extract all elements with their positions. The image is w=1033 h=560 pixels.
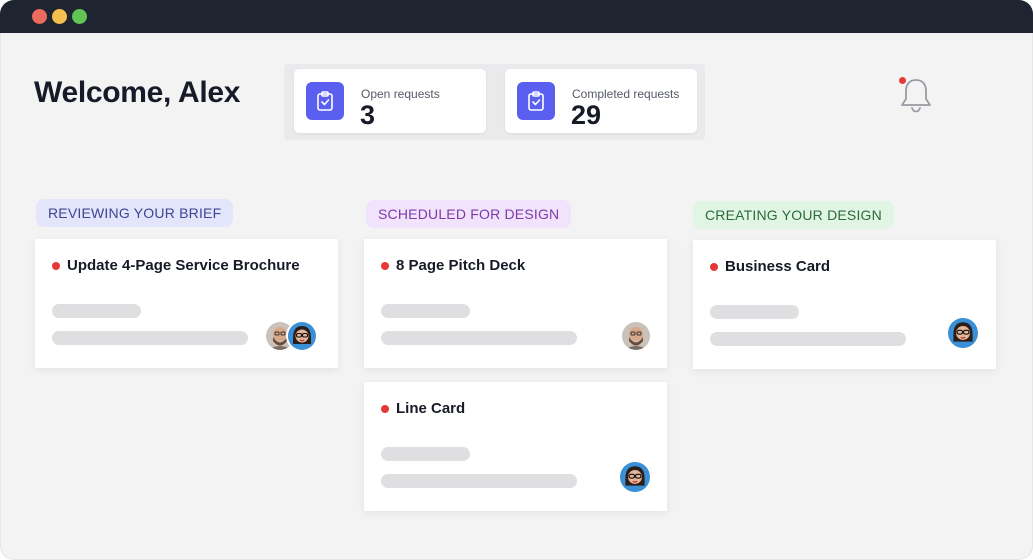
woman-glasses-avatar[interactable]: [948, 318, 978, 348]
status-pill-creating: CREATING YOUR DESIGN: [693, 201, 894, 229]
placeholder-bar: [381, 331, 577, 345]
close-window-button[interactable]: [32, 9, 47, 24]
woman-glasses-avatar[interactable]: [620, 462, 650, 492]
priority-dot: [710, 263, 718, 271]
bearded-man-avatar[interactable]: [622, 322, 650, 350]
placeholder-bar: [710, 332, 906, 346]
app-window: Welcome, Alex Open requests 3 Completed …: [0, 0, 1033, 560]
completed-requests-card[interactable]: Completed requests 29: [505, 69, 697, 133]
placeholder-bar: [381, 304, 470, 318]
priority-dot: [52, 262, 60, 270]
card-title: Business Card: [725, 258, 831, 275]
stats-panel: Open requests 3 Completed requests 29: [284, 64, 705, 140]
request-card[interactable]: Update 4-Page Service Brochure: [35, 239, 338, 368]
status-pill-reviewing: REVIEWING YOUR BRIEF: [36, 199, 234, 227]
notification-badge: [899, 77, 906, 84]
placeholder-bar: [381, 474, 577, 488]
woman-glasses-avatar[interactable]: [288, 322, 316, 350]
title-bar: [0, 0, 1033, 33]
open-requests-card[interactable]: Open requests 3: [294, 69, 486, 133]
status-pill-scheduled: SCHEDULED FOR DESIGN: [366, 200, 572, 228]
card-title: Update 4-Page Service Brochure: [67, 257, 300, 274]
placeholder-bar: [710, 305, 799, 319]
open-requests-count: 3: [360, 100, 376, 130]
zoom-window-button[interactable]: [72, 9, 87, 24]
completed-requests-label: Completed requests: [572, 87, 680, 101]
minimize-window-button[interactable]: [52, 9, 67, 24]
priority-dot: [381, 262, 389, 270]
placeholder-bar: [381, 447, 470, 461]
clipboard-check-icon: [306, 82, 344, 120]
placeholder-bar: [52, 331, 248, 345]
page-title: Welcome, Alex: [34, 76, 241, 109]
request-card[interactable]: 8 Page Pitch Deck: [364, 239, 667, 368]
placeholder-bar: [52, 304, 141, 318]
open-requests-label: Open requests: [361, 87, 440, 101]
card-title: Line Card: [396, 400, 466, 417]
request-card[interactable]: Business Card: [693, 240, 996, 369]
clipboard-check-icon: [517, 82, 555, 120]
request-card[interactable]: Line Card: [364, 382, 667, 511]
priority-dot: [381, 405, 389, 413]
card-title: 8 Page Pitch Deck: [396, 257, 526, 274]
completed-requests-count: 29: [571, 100, 602, 130]
